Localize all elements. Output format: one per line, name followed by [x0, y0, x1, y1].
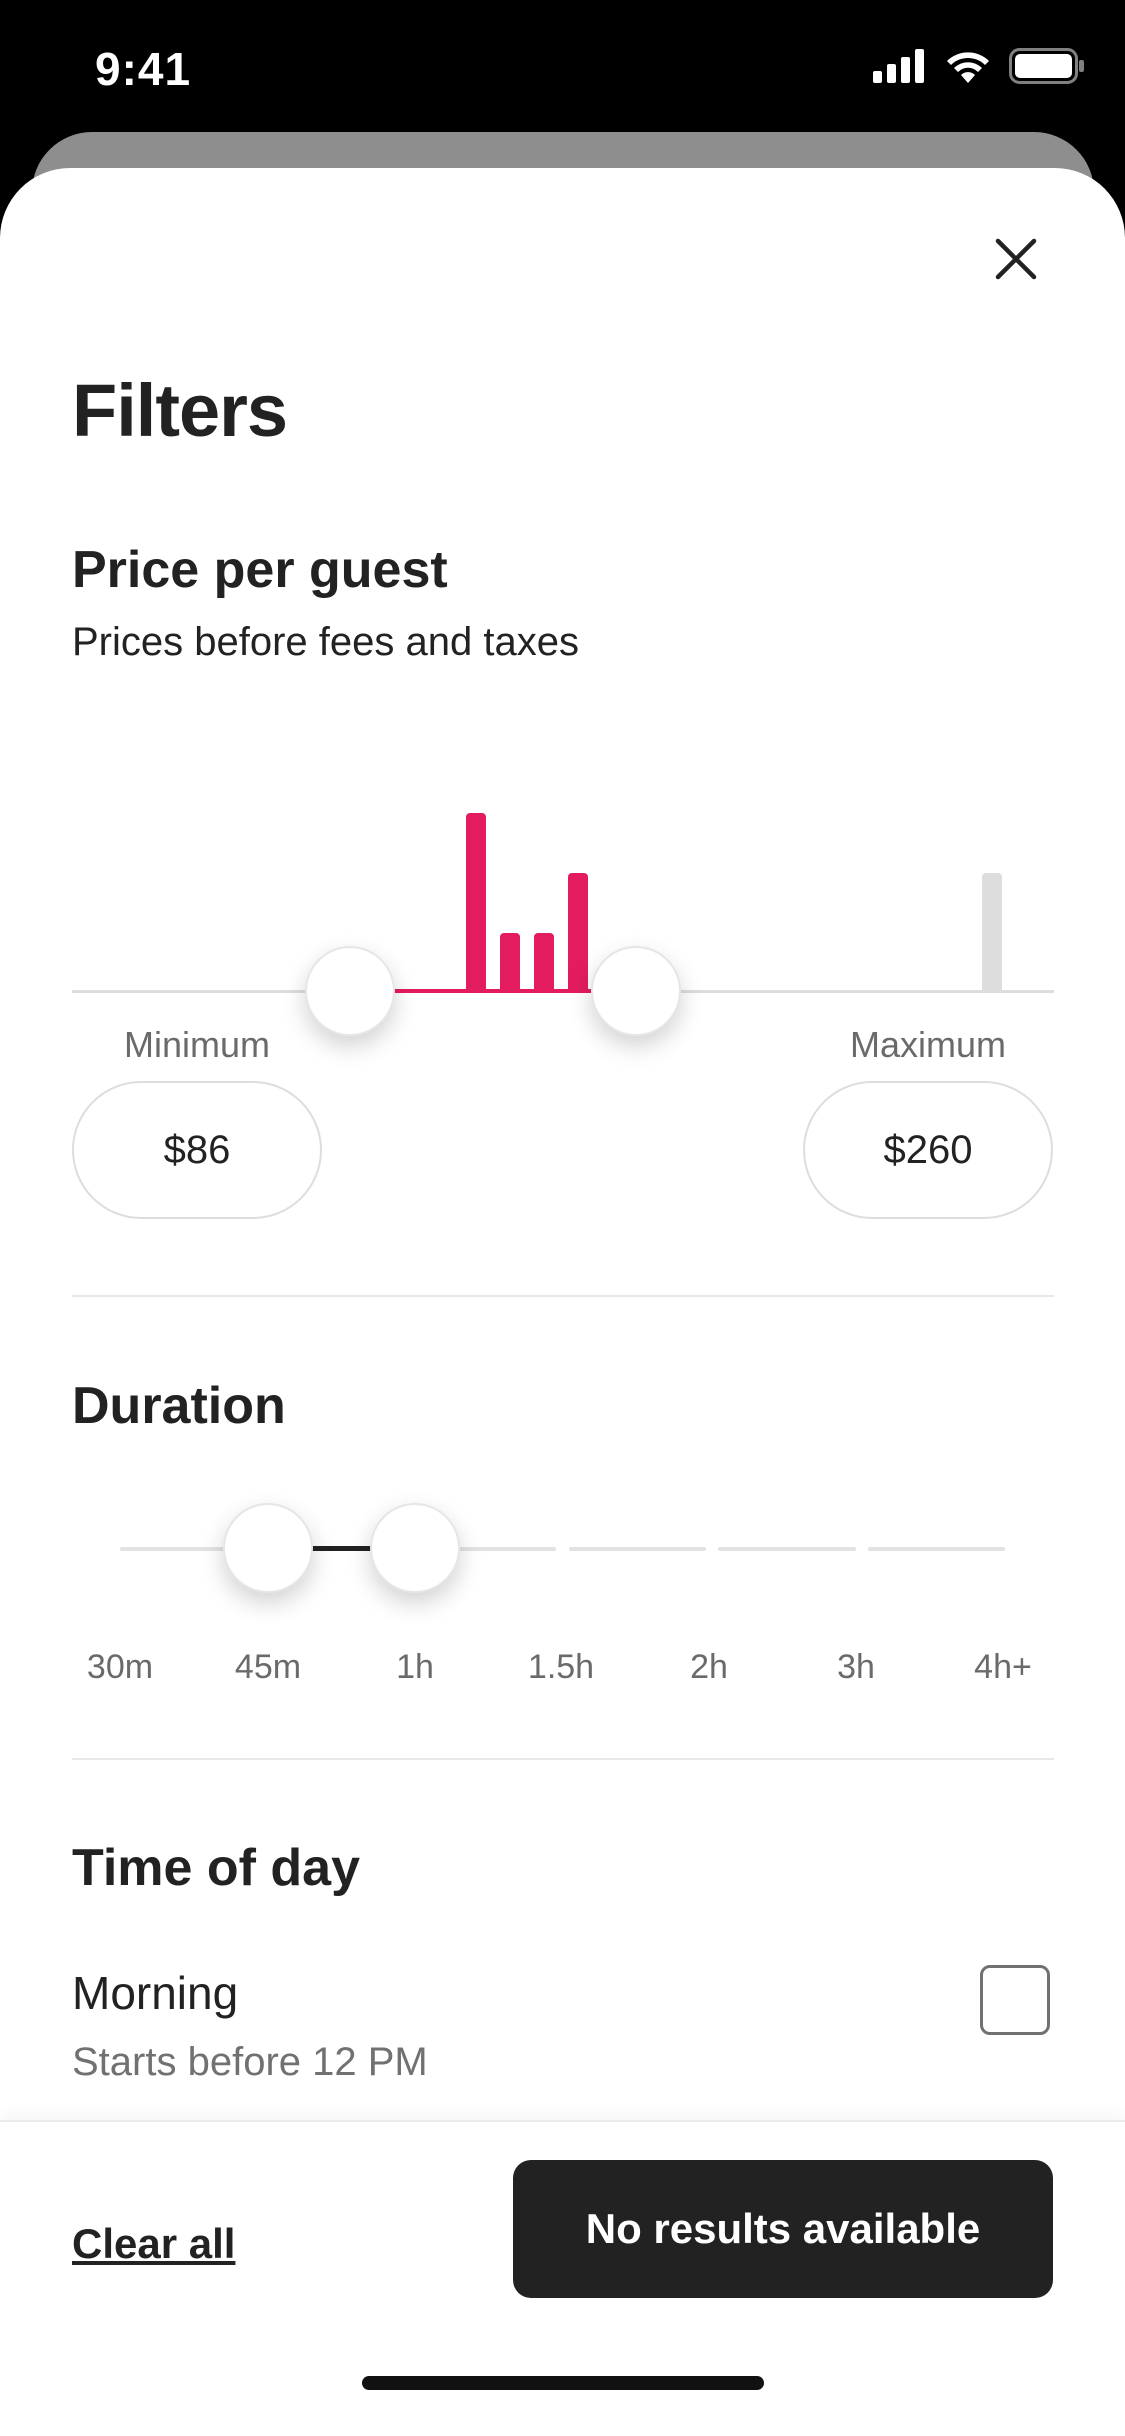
- home-indicator: [362, 2376, 764, 2390]
- histogram-bar: [500, 933, 520, 991]
- price-min-thumb[interactable]: [305, 946, 395, 1036]
- page-title: Filters: [72, 369, 288, 452]
- morning-checkbox[interactable]: [980, 1965, 1050, 2035]
- duration-tick-label: 1.5h: [527, 1648, 595, 1686]
- status-icons: [873, 48, 1085, 84]
- show-results-button[interactable]: No results available: [513, 2160, 1053, 2298]
- duration-tick-label: 45m: [234, 1648, 302, 1686]
- footer-bar: Clear all No results available: [0, 2120, 1125, 2436]
- battery-icon: [1009, 48, 1084, 84]
- minimum-label: Minimum: [123, 1024, 270, 1065]
- close-icon: [995, 238, 1037, 280]
- show-results-label: No results available: [585, 2205, 981, 2252]
- duration-max-thumb[interactable]: [370, 1503, 460, 1593]
- duration-tick-label: 1h: [396, 1648, 434, 1686]
- clear-all-button[interactable]: Clear all: [72, 2220, 235, 2268]
- duration-tick-label: 2h: [690, 1648, 728, 1686]
- wifi-icon: [947, 52, 989, 83]
- minimum-price-field[interactable]: $86: [72, 1081, 322, 1219]
- duration-track-segment: [569, 1547, 706, 1551]
- cellular-signal-icon: [873, 49, 924, 83]
- maximum-price-field[interactable]: $260: [803, 1081, 1053, 1219]
- price-max-thumb[interactable]: [591, 946, 681, 1036]
- duration-track-segment: [718, 1547, 856, 1551]
- close-button[interactable]: [980, 223, 1052, 295]
- duration-tick-label: 30m: [86, 1648, 154, 1686]
- duration-min-thumb[interactable]: [223, 1503, 313, 1593]
- histogram-bar: [982, 873, 1002, 991]
- histogram-bar: [568, 873, 588, 991]
- morning-option-subtitle: Starts before 12 PM: [72, 2040, 428, 2084]
- section-divider: [72, 1295, 1054, 1297]
- duration-section-title: Duration: [72, 1377, 286, 1435]
- duration-tick-label: 4h+: [974, 1648, 1032, 1686]
- status-time: 9:41: [95, 43, 192, 95]
- maximum-label: Maximum: [849, 1024, 1006, 1065]
- price-section-title: Price per guest: [72, 541, 448, 599]
- filters-sheet: Filters Price per guest Prices before fe…: [0, 168, 1125, 2436]
- price-section-subtitle: Prices before fees and taxes: [72, 620, 579, 664]
- section-divider: [72, 1758, 1054, 1760]
- duration-track-segment: [868, 1547, 1005, 1551]
- morning-option-label: Morning: [72, 1967, 239, 2019]
- duration-tick-label: 3h: [837, 1648, 875, 1686]
- histogram-bar: [534, 933, 554, 991]
- status-bar: 9:41: [0, 0, 1125, 140]
- time-of-day-section-title: Time of day: [72, 1839, 361, 1897]
- histogram-bar: [466, 813, 486, 991]
